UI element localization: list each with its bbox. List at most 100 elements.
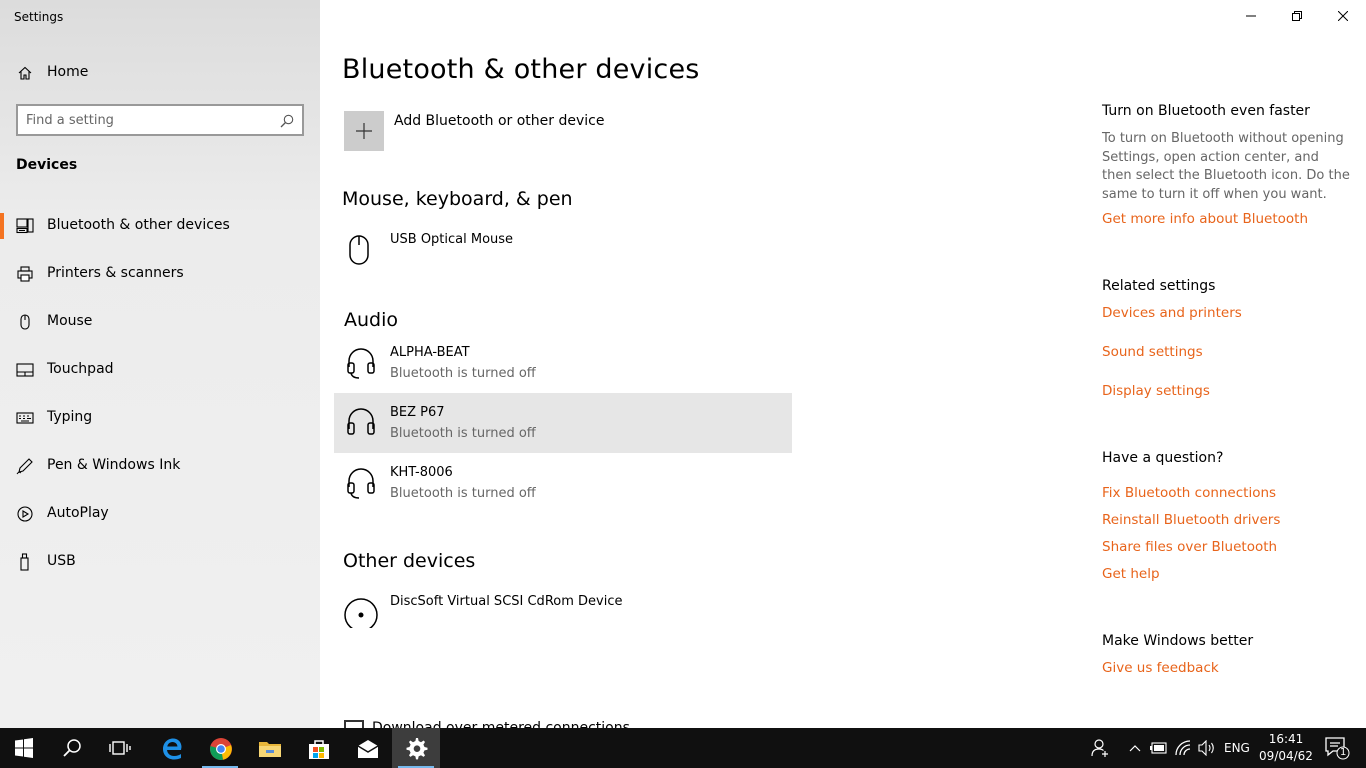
group-title-input-devices: Mouse, keyboard, & pen xyxy=(342,188,573,210)
action-center-button[interactable]: 1 xyxy=(1318,728,1358,768)
chrome-button[interactable] xyxy=(196,728,244,768)
pen-icon xyxy=(16,457,34,475)
search-input[interactable] xyxy=(26,110,276,130)
show-hidden-icons-button[interactable] xyxy=(1126,728,1144,768)
device-status: Bluetooth is turned off xyxy=(390,366,536,381)
clock[interactable]: 16:41 09/04/62 xyxy=(1256,731,1316,765)
tip-text: To turn on Bluetooth without opening Set… xyxy=(1102,131,1350,202)
headset-icon xyxy=(346,465,376,499)
sidebar: Settings Home Devices Bluetooth & other … xyxy=(0,0,320,728)
edge-button[interactable] xyxy=(147,728,195,768)
sidebar-item-bluetooth[interactable]: Bluetooth & other devices xyxy=(0,204,320,252)
group-title-other-devices: Other devices xyxy=(343,550,476,572)
device-status: Bluetooth is turned off xyxy=(390,426,536,441)
store-button[interactable] xyxy=(294,728,342,768)
main-content: Bluetooth & other devices Add Bluetooth … xyxy=(320,0,1366,728)
file-explorer-button[interactable] xyxy=(245,728,293,768)
device-name: BEZ P67 xyxy=(390,405,445,420)
sidebar-item-usb[interactable]: USB xyxy=(0,540,320,588)
close-button[interactable] xyxy=(1320,0,1366,32)
display-settings-link[interactable]: Display settings xyxy=(1102,383,1210,399)
plus-icon xyxy=(356,123,372,139)
taskbar-search-button[interactable] xyxy=(48,728,96,768)
get-help-link[interactable]: Get help xyxy=(1102,566,1160,582)
minimize-button[interactable] xyxy=(1228,0,1274,32)
sound-settings-link[interactable]: Sound settings xyxy=(1102,344,1203,360)
people-button[interactable] xyxy=(1088,728,1112,768)
taskbar: ENG 16:41 09/04/62 1 xyxy=(0,728,1366,768)
bluetooth-info-link[interactable]: Get more info about Bluetooth xyxy=(1102,211,1308,227)
sidebar-nav: Bluetooth & other devices Printers & sca… xyxy=(0,204,320,588)
sidebar-item-label: Printers & scanners xyxy=(47,265,184,281)
start-button[interactable] xyxy=(0,728,48,768)
battery-button[interactable] xyxy=(1148,728,1170,768)
feedback-link[interactable]: Give us feedback xyxy=(1102,660,1219,676)
task-view-button[interactable] xyxy=(96,728,144,768)
headset-icon xyxy=(346,345,376,379)
search-icon xyxy=(63,739,81,757)
disc-icon xyxy=(344,594,378,632)
keyboard-icon xyxy=(16,409,34,427)
home-icon xyxy=(17,65,33,81)
sidebar-item-label: Bluetooth & other devices xyxy=(47,217,230,233)
device-item[interactable]: KHT-8006 Bluetooth is turned off xyxy=(334,453,792,513)
language-indicator[interactable]: ENG xyxy=(1224,741,1250,755)
mail-button[interactable] xyxy=(343,728,391,768)
printer-icon xyxy=(16,265,34,283)
reinstall-drivers-link[interactable]: Reinstall Bluetooth drivers xyxy=(1102,512,1280,528)
device-item-selected[interactable]: BEZ P67 Bluetooth is turned off xyxy=(334,393,792,453)
sidebar-item-touchpad[interactable]: Touchpad xyxy=(0,348,320,396)
mouse-icon xyxy=(16,313,34,331)
sidebar-item-label: USB xyxy=(47,553,76,569)
device-item[interactable]: DiscSoft Virtual SCSI CdRom Device xyxy=(334,582,792,642)
sidebar-item-typing[interactable]: Typing xyxy=(0,396,320,444)
minimize-icon xyxy=(1246,15,1256,17)
mouse-icon xyxy=(346,232,376,266)
add-device-label[interactable]: Add Bluetooth or other device xyxy=(394,113,604,129)
restore-button[interactable] xyxy=(1274,0,1320,32)
sidebar-item-mouse[interactable]: Mouse xyxy=(0,300,320,348)
page-title: Bluetooth & other devices xyxy=(342,54,700,85)
sidebar-item-label: Touchpad xyxy=(47,361,114,377)
task-view-icon xyxy=(109,741,131,755)
devices-and-printers-link[interactable]: Devices and printers xyxy=(1102,305,1242,321)
sidebar-item-printers[interactable]: Printers & scanners xyxy=(0,252,320,300)
battery-icon xyxy=(1150,742,1167,754)
metered-checkbox-label: Download over metered connections xyxy=(372,720,630,728)
sidebar-item-label: Pen & Windows Ink xyxy=(47,457,181,473)
network-button[interactable] xyxy=(1172,728,1196,768)
touchpad-icon xyxy=(16,361,34,379)
metered-checkbox[interactable] xyxy=(344,720,364,728)
restore-icon xyxy=(1292,11,1302,21)
device-item[interactable]: ALPHA-BEAT Bluetooth is turned off xyxy=(334,333,792,393)
sidebar-item-label: AutoPlay xyxy=(47,505,109,521)
related-settings-heading: Related settings xyxy=(1102,278,1216,294)
sidebar-item-autoplay[interactable]: AutoPlay xyxy=(0,492,320,540)
wifi-icon xyxy=(1175,740,1191,756)
device-name: ALPHA-BEAT xyxy=(390,345,470,360)
mail-icon xyxy=(357,740,379,758)
search-icon[interactable] xyxy=(280,113,294,128)
usb-icon xyxy=(16,553,34,571)
volume-button[interactable] xyxy=(1196,728,1218,768)
add-device-button[interactable] xyxy=(344,111,384,151)
fix-bluetooth-link[interactable]: Fix Bluetooth connections xyxy=(1102,485,1276,501)
share-files-link[interactable]: Share files over Bluetooth xyxy=(1102,539,1277,555)
clock-date: 09/04/62 xyxy=(1259,749,1313,763)
metered-checkbox-row[interactable]: Download over metered connections xyxy=(344,720,644,728)
sidebar-item-pen[interactable]: Pen & Windows Ink xyxy=(0,444,320,492)
group-title-audio: Audio xyxy=(344,309,399,331)
chrome-icon xyxy=(210,738,232,760)
notification-count: 1 xyxy=(1340,747,1347,758)
home-label: Home xyxy=(47,64,89,80)
search-box[interactable] xyxy=(16,104,304,136)
home-nav-item[interactable]: Home xyxy=(0,58,320,88)
device-item[interactable]: USB Optical Mouse xyxy=(334,220,792,280)
store-icon xyxy=(309,740,329,759)
sidebar-item-label: Mouse xyxy=(47,313,93,329)
sidebar-item-label: Typing xyxy=(47,409,93,425)
clock-time: 16:41 xyxy=(1268,732,1304,746)
chevron-up-icon xyxy=(1129,745,1141,752)
settings-taskbar-button[interactable] xyxy=(392,728,440,768)
volume-icon xyxy=(1198,740,1214,756)
